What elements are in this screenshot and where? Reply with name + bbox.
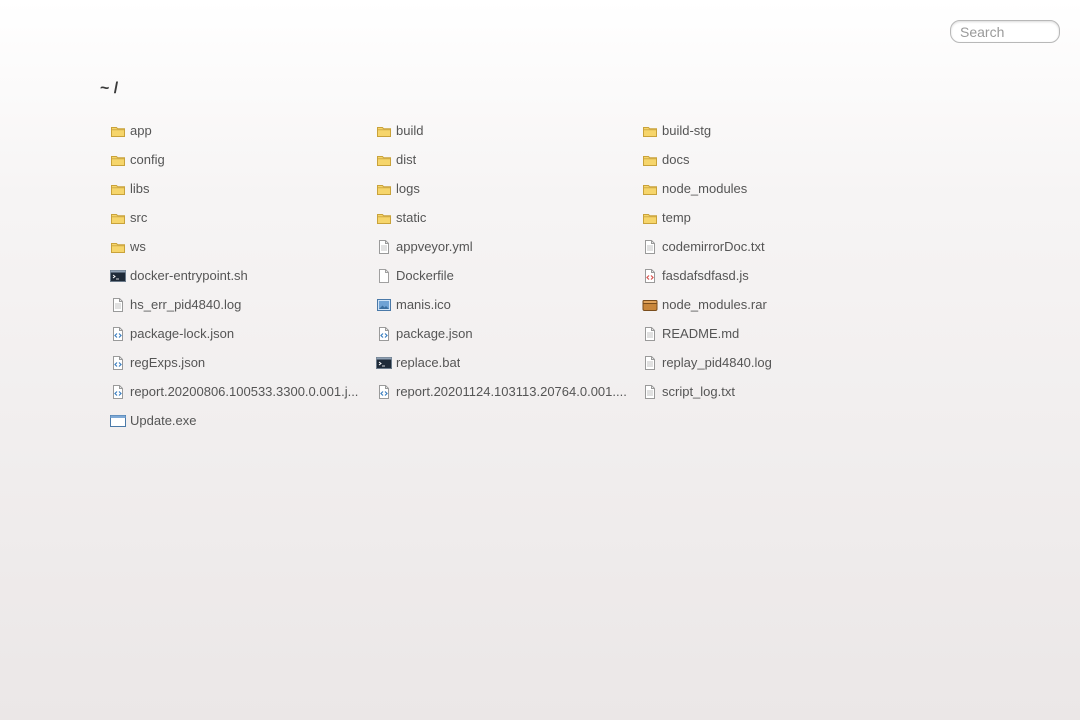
file-item[interactable]: package-lock.json — [108, 319, 374, 348]
code-file-icon — [110, 355, 126, 371]
file-name: Dockerfile — [396, 267, 454, 283]
file-item[interactable]: appveyor.yml — [374, 232, 640, 261]
file-name: package-lock.json — [130, 325, 235, 341]
file-item[interactable]: hs_err_pid4840.log — [108, 290, 374, 319]
file-item[interactable]: config — [108, 145, 374, 174]
file-name: libs — [130, 180, 150, 196]
file-name: report.20201124.103113.20764.0.001.... — [396, 383, 627, 399]
image-file-icon — [376, 297, 392, 313]
file-name: node_modules — [662, 180, 748, 196]
terminal-icon — [376, 355, 392, 371]
script-file-icon — [642, 268, 658, 284]
file-item[interactable]: regExps.json — [108, 348, 374, 377]
file-item[interactable]: package.json — [374, 319, 640, 348]
folder-icon — [110, 210, 126, 226]
file-item[interactable]: report.20200806.100533.3300.0.001.j... — [108, 377, 374, 406]
file-name: report.20200806.100533.3300.0.001.j... — [130, 383, 359, 399]
file-name: Update.exe — [130, 412, 197, 428]
file-name: ws — [130, 238, 146, 254]
file-item[interactable]: build — [374, 116, 640, 145]
file-name: dist — [396, 151, 417, 167]
folder-icon — [376, 152, 392, 168]
text-file-icon — [110, 297, 126, 313]
file-item[interactable]: app — [108, 116, 374, 145]
file-list: app build build-stg config dist docs libs logs n… — [108, 116, 908, 435]
file-name: fasdafsdfasd.js — [662, 267, 749, 283]
file-name: script_log.txt — [662, 383, 735, 399]
file-name: README.md — [662, 325, 740, 341]
file-item[interactable]: src — [108, 203, 374, 232]
breadcrumb: ~ / — [100, 80, 119, 97]
terminal-icon — [110, 268, 126, 284]
file-name: static — [396, 209, 427, 225]
file-name: regExps.json — [130, 354, 206, 370]
file-item[interactable]: docs — [640, 145, 906, 174]
file-item[interactable]: build-stg — [640, 116, 906, 145]
folder-icon — [642, 181, 658, 197]
file-name: docker-entrypoint.sh — [130, 267, 248, 283]
file-name: app — [130, 122, 152, 138]
text-file-icon — [642, 384, 658, 400]
file-name: codemirrorDoc.txt — [662, 238, 765, 254]
file-name: src — [130, 209, 148, 225]
file-item[interactable]: temp — [640, 203, 906, 232]
folder-icon — [110, 239, 126, 255]
file-item[interactable]: node_modules — [640, 174, 906, 203]
file-name: config — [130, 151, 165, 167]
file-item[interactable]: script_log.txt — [640, 377, 906, 406]
file-name: temp — [662, 209, 691, 225]
file-item[interactable]: Update.exe — [108, 406, 374, 435]
file-item[interactable]: logs — [374, 174, 640, 203]
file-item[interactable]: fasdafsdfasd.js — [640, 261, 906, 290]
file-item[interactable]: static — [374, 203, 640, 232]
file-item[interactable]: ws — [108, 232, 374, 261]
code-file-icon — [110, 384, 126, 400]
file-name: replay_pid4840.log — [662, 354, 772, 370]
file-item[interactable]: manis.ico — [374, 290, 640, 319]
file-name: replace.bat — [396, 354, 461, 370]
folder-icon — [376, 123, 392, 139]
file-item[interactable]: README.md — [640, 319, 906, 348]
folder-icon — [376, 181, 392, 197]
file-item[interactable]: docker-entrypoint.sh — [108, 261, 374, 290]
file-item[interactable]: replay_pid4840.log — [640, 348, 906, 377]
file-item[interactable]: dist — [374, 145, 640, 174]
file-name: package.json — [396, 325, 473, 341]
archive-icon — [642, 297, 658, 313]
code-file-icon — [376, 384, 392, 400]
folder-icon — [110, 152, 126, 168]
file-name: manis.ico — [396, 296, 451, 312]
file-item[interactable]: libs — [108, 174, 374, 203]
folder-icon — [110, 123, 126, 139]
code-file-icon — [376, 326, 392, 342]
file-item[interactable]: node_modules.rar — [640, 290, 906, 319]
file-name: docs — [662, 151, 690, 167]
file-name: build-stg — [662, 122, 712, 138]
blank-file-icon — [376, 268, 392, 284]
folder-icon — [642, 152, 658, 168]
code-file-icon — [110, 326, 126, 342]
file-item[interactable]: codemirrorDoc.txt — [640, 232, 906, 261]
file-name: logs — [396, 180, 420, 196]
folder-icon — [642, 210, 658, 226]
text-file-icon — [376, 239, 392, 255]
file-item[interactable]: report.20201124.103113.20764.0.001.... — [374, 377, 640, 406]
folder-icon — [110, 181, 126, 197]
text-file-icon — [642, 239, 658, 255]
text-file-icon — [642, 326, 658, 342]
file-name: hs_err_pid4840.log — [130, 296, 242, 312]
file-item[interactable]: Dockerfile — [374, 261, 640, 290]
search-input[interactable] — [950, 20, 1060, 43]
file-name: node_modules.rar — [662, 296, 767, 312]
folder-icon — [376, 210, 392, 226]
file-name: build — [396, 122, 424, 138]
file-item[interactable]: replace.bat — [374, 348, 640, 377]
file-name: appveyor.yml — [396, 238, 473, 254]
application-icon — [110, 413, 126, 429]
text-file-icon — [642, 355, 658, 371]
folder-icon — [642, 123, 658, 139]
